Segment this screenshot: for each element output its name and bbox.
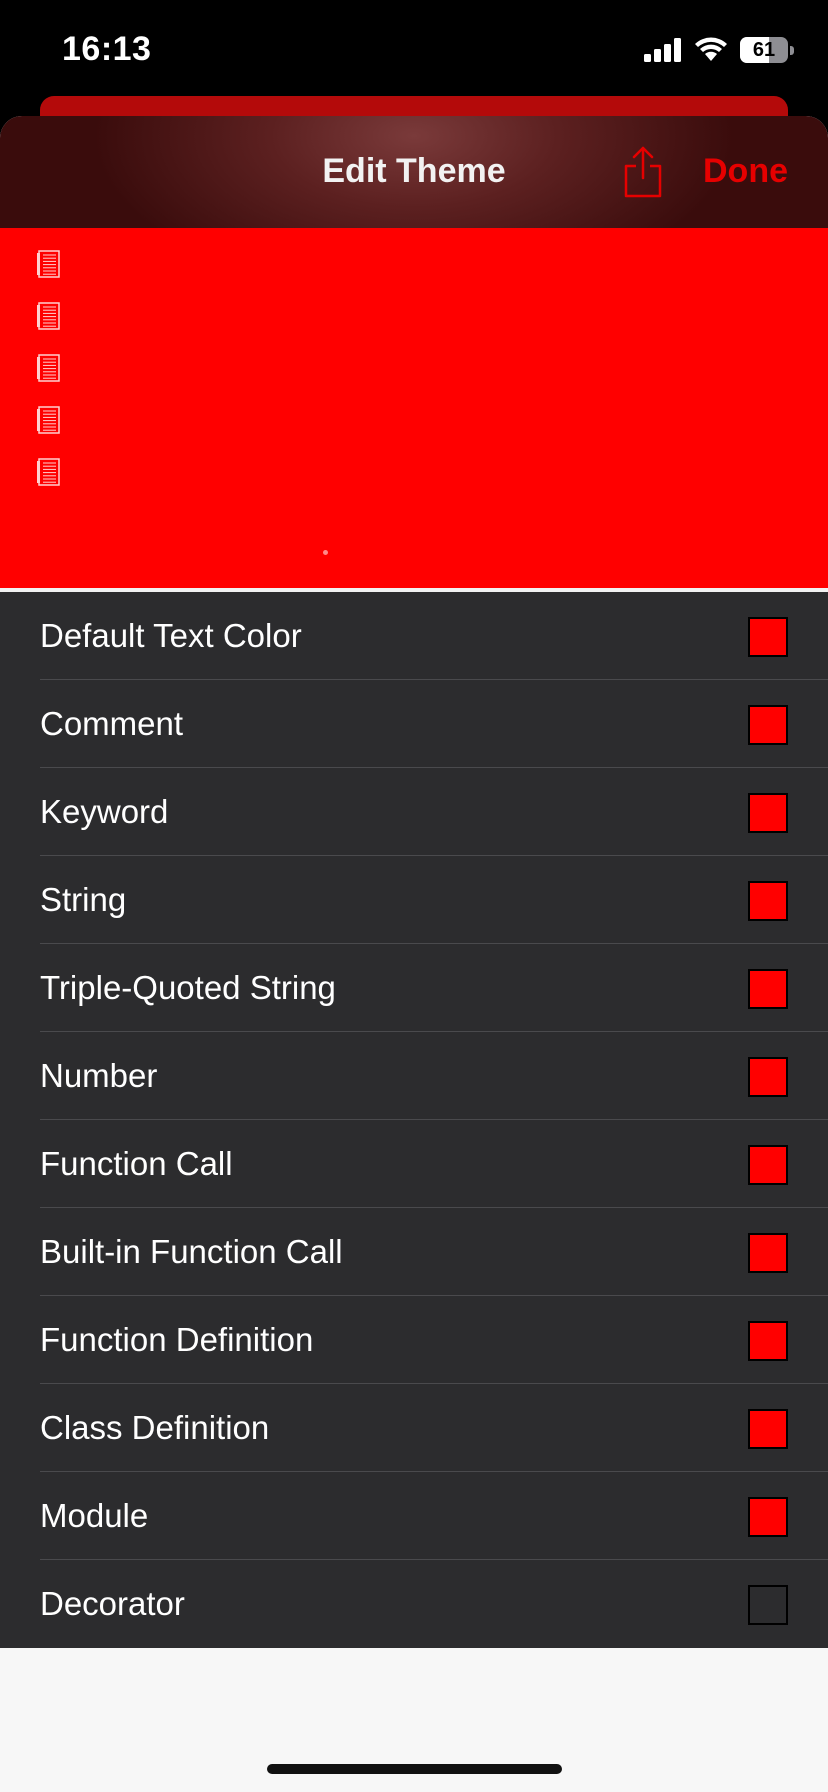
status-bar: 16:13 61 [0, 0, 828, 100]
color-row-label: Class Definition [40, 1409, 270, 1446]
color-swatch-button[interactable] [748, 705, 788, 745]
line-number-icon [37, 354, 60, 382]
color-row-label: String [40, 881, 127, 918]
status-icons: 61 [644, 36, 794, 64]
color-row-label: Keyword [40, 793, 169, 830]
color-swatch-button[interactable] [748, 969, 788, 1009]
home-indicator [267, 1764, 562, 1774]
color-row-label: Number [40, 1057, 158, 1094]
color-row-label: Function Definition [40, 1321, 314, 1358]
line-number-icon [37, 458, 60, 486]
color-row[interactable]: Number [0, 1032, 828, 1120]
color-row-label: Comment [40, 705, 184, 742]
color-settings-list: Default Text Color Comment Keyword String Tr… [0, 592, 828, 1648]
color-row[interactable]: String [0, 856, 828, 944]
color-swatch-button[interactable] [748, 617, 788, 657]
status-time: 16:13 [62, 30, 152, 68]
line-number-icon [37, 250, 60, 278]
wifi-icon [695, 37, 727, 61]
color-row[interactable]: Triple-Quoted String [0, 944, 828, 1032]
navigation-bar: Edit Theme Done [0, 116, 828, 228]
color-swatch-button[interactable] [748, 1145, 788, 1185]
preview-dot [323, 550, 328, 555]
color-row[interactable]: Function Definition [0, 1296, 828, 1384]
color-swatch-button[interactable] [748, 1585, 788, 1625]
battery-icon: 61 [740, 37, 794, 63]
line-number-icon [37, 302, 60, 330]
color-swatch-button[interactable] [748, 1057, 788, 1097]
edit-theme-sheet: Edit Theme Done Default Text Color Commen… [0, 116, 828, 1792]
color-row[interactable]: Module [0, 1472, 828, 1560]
color-swatch-button[interactable] [748, 1497, 788, 1537]
color-row[interactable]: Default Text Color [0, 592, 828, 680]
color-row-label: Module [40, 1497, 149, 1534]
done-button[interactable]: Done [703, 152, 788, 191]
cellular-signal-icon [644, 38, 681, 62]
color-row-label: Triple-Quoted String [40, 969, 336, 1006]
color-swatch-button[interactable] [748, 1409, 788, 1449]
color-swatch-button[interactable] [748, 1233, 788, 1273]
color-row-label: Decorator [40, 1585, 185, 1622]
color-row-label: Default Text Color [40, 617, 302, 654]
color-row[interactable]: Keyword [0, 768, 828, 856]
color-row-label: Function Call [40, 1145, 233, 1182]
color-row-label: Built-in Function Call [40, 1233, 343, 1270]
color-row[interactable]: Class Definition [0, 1384, 828, 1472]
color-swatch-button[interactable] [748, 881, 788, 921]
theme-preview [0, 228, 828, 588]
color-row[interactable]: Built-in Function Call [0, 1208, 828, 1296]
color-row[interactable]: Decorator [0, 1560, 828, 1648]
line-number-icon [37, 406, 60, 434]
color-row[interactable]: Comment [0, 680, 828, 768]
color-row[interactable]: Function Call [0, 1120, 828, 1208]
color-swatch-button[interactable] [748, 793, 788, 833]
color-swatch-button[interactable] [748, 1321, 788, 1361]
battery-percentage: 61 [752, 39, 776, 61]
share-icon[interactable] [622, 144, 664, 200]
